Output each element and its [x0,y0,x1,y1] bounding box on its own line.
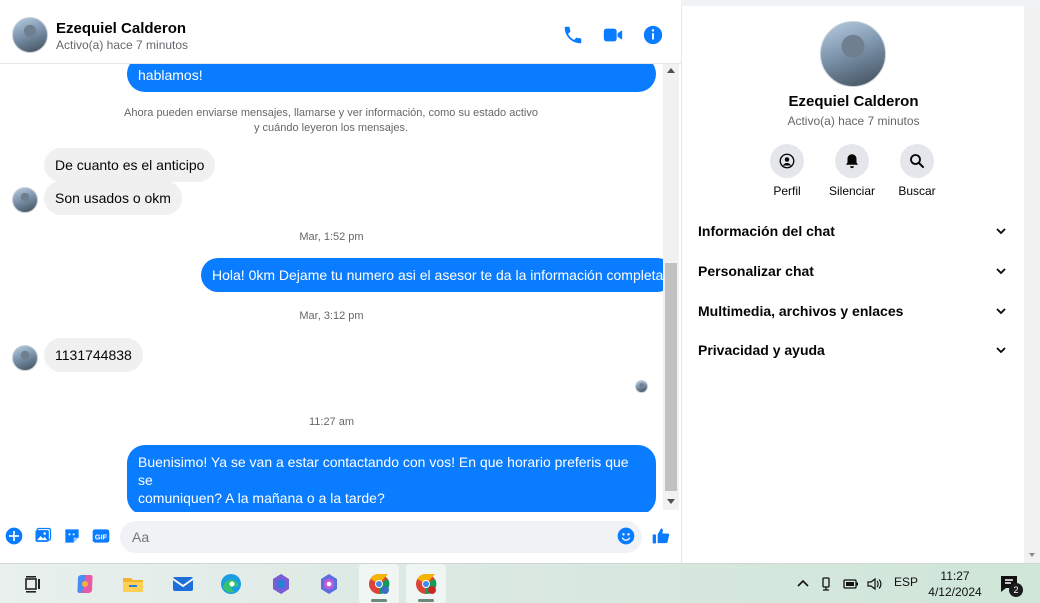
message-input[interactable] [120,521,642,553]
system-notice: Ahora pueden enviarse mensajes, llamarse… [100,106,562,136]
file-explorer-icon[interactable] [120,571,146,597]
chevron-down-icon [996,347,1006,354]
m365-copilot-icon[interactable] [316,571,342,597]
svg-text:GIF: GIF [95,532,108,541]
add-icon[interactable] [4,526,24,546]
task-view-icon[interactable] [20,571,46,597]
message-text: hablamos! [138,67,203,83]
section-label: Multimedia, archivos y enlaces [698,303,904,319]
battery-icon[interactable] [843,576,859,592]
taskbar: ESP 11:27 4/12/2024 2 [0,563,1040,603]
system-notice-line: y cuándo leyeron los mensajes. [253,122,409,134]
composer: GIF [0,512,681,563]
bell-icon [835,144,869,178]
search-label: Buscar [898,184,936,198]
language-indicator[interactable]: ESP [894,575,918,589]
info-icon[interactable] [642,24,664,46]
message-text: Son usados o okm [55,190,171,206]
panel-contact-status: Activo(a) hace 7 minutos [787,114,920,128]
window-scrollbar[interactable] [1024,6,1040,563]
message-outgoing[interactable]: Buenisimo! Ya se van a estar contactando… [127,445,656,512]
m365-icon[interactable] [268,571,294,597]
profile-button[interactable]: Perfil [757,144,817,198]
volume-icon[interactable] [866,576,882,592]
message-incoming[interactable]: 1131744838 [44,338,143,372]
chat-pane: Ezequiel Calderon Activo(a) hace 7 minut… [0,0,681,563]
read-receipt-avatar [635,380,648,393]
section-label: Privacidad y ayuda [698,342,825,358]
sticker-icon[interactable] [62,526,82,546]
chevron-down-icon [996,268,1006,275]
clock[interactable]: 11:27 4/12/2024 [922,568,988,600]
panel-contact-name: Ezequiel Calderon [788,93,919,110]
sender-avatar [12,187,38,213]
section-customize-chat[interactable]: Personalizar chat [690,253,1015,289]
section-privacy-help[interactable]: Privacidad y ayuda [690,332,1015,368]
mute-button[interactable]: Silenciar [822,144,882,198]
scroll-thumb[interactable] [665,263,677,491]
chrome-profile-icon[interactable] [366,571,392,597]
scroll-down-arrow[interactable] [1029,553,1035,557]
chrome-b-icon[interactable] [413,571,439,597]
mute-label: Silenciar [828,184,876,198]
section-label: Información del chat [698,223,835,239]
timestamp: 11:27 am [308,416,355,428]
info-panel: Ezequiel Calderon Activo(a) hace 7 minut… [681,6,1024,563]
message-text: comuniquen? A la mañana o a la tarde? [138,490,385,506]
section-chat-info[interactable]: Información del chat [690,213,1015,249]
timestamp: Mar, 1:52 pm [299,231,364,243]
timestamp: Mar, 3:12 pm [299,310,364,322]
image-icon[interactable] [33,526,53,546]
message-text: De cuanto es el anticipo [55,157,205,173]
video-call-icon[interactable] [602,24,624,46]
message-list: hablamos! Ahora pueden enviarse mensajes… [0,64,663,512]
message-scrollbar[interactable] [663,64,679,510]
message-incoming[interactable]: De cuanto es el anticipo [44,148,216,182]
chat-header: Ezequiel Calderon Activo(a) hace 7 minut… [0,6,681,64]
chevron-down-icon [996,228,1006,235]
scroll-down-arrow[interactable] [667,499,675,504]
emoji-icon[interactable] [616,526,636,546]
message-incoming[interactable]: Son usados o okm [44,181,182,215]
edge-icon[interactable] [218,571,244,597]
message-text: 1131744838 [55,347,132,363]
clock-time: 11:27 [940,569,970,583]
chevron-down-icon [996,308,1006,315]
active-indicator [371,599,387,602]
message-outgoing[interactable]: hablamos! [127,64,656,92]
gif-icon[interactable]: GIF [91,526,111,546]
section-label: Personalizar chat [698,263,814,279]
chevron-up-icon[interactable] [795,576,811,592]
meet-now-icon[interactable] [819,576,835,592]
active-indicator [418,599,434,602]
message-outgoing[interactable]: Hola! 0km Dejame tu numero asi el asesor… [201,258,663,292]
scroll-up-arrow[interactable] [667,68,675,73]
contact-avatar[interactable] [12,17,48,53]
profile-label: Perfil [773,184,801,198]
sender-avatar [12,345,38,371]
section-media-files[interactable]: Multimedia, archivos y enlaces [690,293,1015,329]
contact-name[interactable]: Ezequiel Calderon [56,20,186,37]
system-notice-line: Ahora pueden enviarse mensajes, llamarse… [124,107,538,119]
panel-avatar[interactable] [820,21,886,87]
screen: Ezequiel Calderon Activo(a) hace 7 minut… [0,0,1040,603]
notification-count: 2 [1009,583,1023,597]
message-text: Buenisimo! Ya se van a estar contactando… [138,454,629,488]
clock-date: 4/12/2024 [928,585,982,599]
thumbs-up-icon[interactable] [651,526,671,546]
copilot-icon[interactable] [72,571,98,597]
profile-icon [770,144,804,178]
search-button[interactable]: Buscar [887,144,947,198]
mail-icon[interactable] [170,571,196,597]
phone-icon[interactable] [562,24,584,46]
search-icon [900,144,934,178]
contact-status: Activo(a) hace 7 minutos [56,38,189,52]
message-text: Hola! 0km Dejame tu numero asi el asesor… [212,267,663,283]
